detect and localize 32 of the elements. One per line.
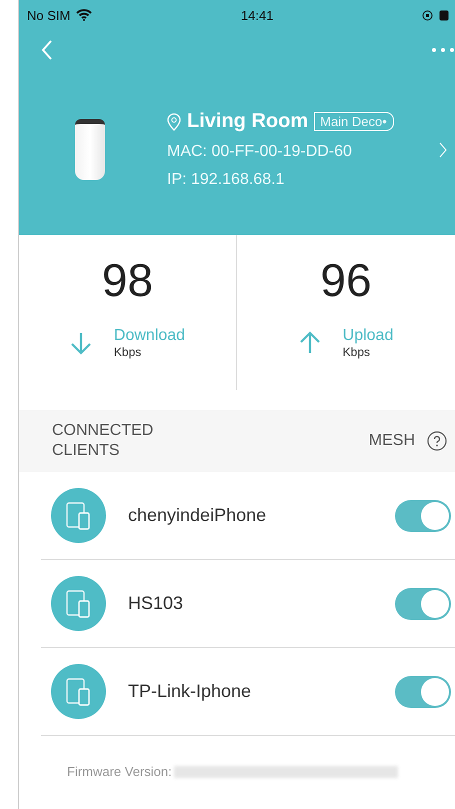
mesh-label: MESH — [368, 432, 415, 450]
client-name: HS103 — [128, 593, 184, 614]
help-icon[interactable] — [427, 431, 447, 451]
client-name: chenyindeiPhone — [128, 505, 268, 526]
mesh-toggle[interactable] — [395, 588, 451, 620]
clock-text: 14:41 — [240, 8, 274, 22]
arrow-up-icon — [298, 331, 321, 355]
speed-value: 96 — [320, 253, 372, 307]
location-pin-icon — [167, 112, 181, 130]
speed-value: 98 — [102, 253, 154, 307]
speed-unit: Kbps — [342, 345, 371, 359]
battery-icon — [438, 10, 449, 20]
firmware-label: Firmware Version: — [67, 764, 172, 779]
speed-label: Upload — [342, 327, 394, 345]
wifi-icon — [76, 9, 92, 21]
main-deco-tag: Main Deco• — [314, 112, 394, 131]
arrow-down-icon — [70, 331, 92, 355]
section-title: CONNECTED CLIENTS — [52, 421, 154, 461]
router-image — [75, 119, 105, 180]
lock-rotation-icon — [422, 10, 433, 20]
back-icon[interactable] — [41, 39, 53, 61]
mac-address: MAC: 00-FF-00-19-DD-60 — [167, 143, 353, 161]
client-name: TP-Link-Iphone — [128, 681, 252, 702]
chevron-right-icon[interactable] — [439, 142, 447, 158]
more-icon[interactable] — [431, 47, 455, 53]
ip-address: IP: 192.168.68.1 — [167, 171, 286, 189]
carrier-text: No SIM — [27, 8, 70, 22]
mesh-toggle[interactable] — [395, 676, 451, 708]
speed-unit: Kbps — [114, 345, 142, 359]
mesh-toggle[interactable] — [395, 500, 451, 532]
location-name: Living Room — [187, 110, 308, 133]
speed-label: Download — [114, 327, 186, 345]
